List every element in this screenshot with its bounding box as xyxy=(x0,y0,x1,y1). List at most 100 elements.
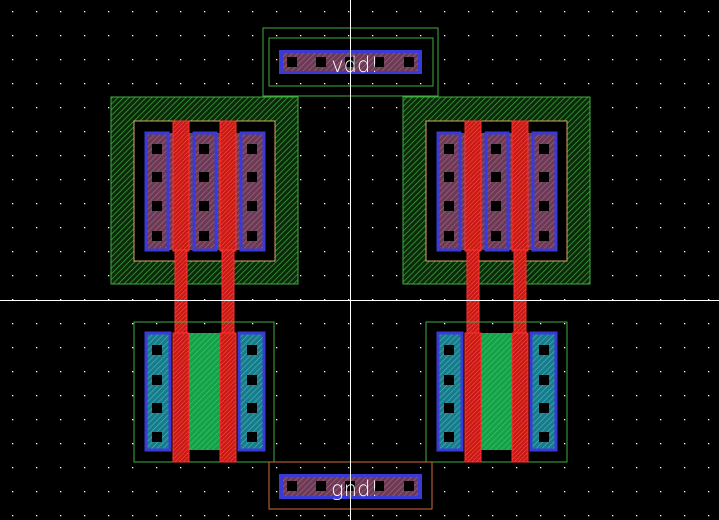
grid-dot xyxy=(564,395,566,397)
grid-dot xyxy=(300,35,302,37)
nmos-right[interactable] xyxy=(425,321,568,463)
grid-dot xyxy=(612,59,614,61)
grid-dot xyxy=(180,59,182,61)
grid-dot xyxy=(660,35,662,37)
grid-dot xyxy=(156,515,158,517)
grid-dot xyxy=(516,515,518,517)
grid-dot xyxy=(468,35,470,37)
grid-dot xyxy=(660,107,662,109)
grid-dot xyxy=(660,251,662,253)
grid-dot xyxy=(372,155,374,157)
layout-canvas[interactable]: vdd! gnd! xyxy=(0,0,719,520)
contact-cut xyxy=(444,345,454,355)
grid-dot xyxy=(396,107,398,109)
grid-dot xyxy=(396,467,398,469)
grid-dot xyxy=(612,467,614,469)
grid-dot xyxy=(108,443,110,445)
contact-cut xyxy=(539,345,549,355)
grid-dot xyxy=(276,347,278,349)
grid-dot xyxy=(324,419,326,421)
grid-dot xyxy=(660,59,662,61)
grid-dot xyxy=(540,83,542,85)
grid-dot xyxy=(36,83,38,85)
grid-dot xyxy=(636,107,638,109)
grid-dot xyxy=(684,203,686,205)
grid-dot xyxy=(540,59,542,61)
grid-dot xyxy=(324,515,326,517)
grid-dot xyxy=(636,11,638,13)
grid-dot xyxy=(348,275,350,277)
grid-dot xyxy=(564,59,566,61)
grid-dot xyxy=(228,11,230,13)
grid-dot xyxy=(420,83,422,85)
grid-dot xyxy=(516,491,518,493)
nmos-left[interactable] xyxy=(133,321,275,463)
pmos-right-poly-1 xyxy=(464,120,482,252)
grid-dot xyxy=(132,419,134,421)
grid-dot xyxy=(660,515,662,517)
grid-dot xyxy=(492,11,494,13)
contact-cut xyxy=(152,172,162,182)
grid-dot xyxy=(324,347,326,349)
grid-dot xyxy=(12,35,14,37)
pmos-left-poly-2 xyxy=(219,120,237,252)
contact-cut xyxy=(199,172,209,182)
grid-dot xyxy=(132,83,134,85)
grid-dot xyxy=(372,395,374,397)
grid-dot xyxy=(60,59,62,61)
contact-cut xyxy=(199,231,209,241)
grid-dot xyxy=(12,83,14,85)
grid-dot xyxy=(36,251,38,253)
nmos-right-poly-2 xyxy=(511,332,529,463)
grid-dot xyxy=(660,347,662,349)
grid-dot xyxy=(324,227,326,229)
grid-dot xyxy=(36,59,38,61)
grid-dot xyxy=(132,323,134,325)
grid-dot xyxy=(276,491,278,493)
grid-dot xyxy=(372,131,374,133)
contact-cut xyxy=(491,231,501,241)
grid-dot xyxy=(684,131,686,133)
grid-dot xyxy=(84,107,86,109)
grid-dot xyxy=(132,347,134,349)
grid-dot xyxy=(468,467,470,469)
grid-dot xyxy=(324,203,326,205)
grid-dot xyxy=(84,131,86,133)
grid-dot xyxy=(252,35,254,37)
pmos-left[interactable] xyxy=(110,96,299,285)
grid-dot xyxy=(348,347,350,349)
grid-dot xyxy=(684,323,686,325)
grid-dot xyxy=(372,443,374,445)
grid-dot xyxy=(348,419,350,421)
grid-dot xyxy=(324,131,326,133)
grid-dot xyxy=(564,83,566,85)
contact-cut xyxy=(404,57,414,67)
grid-dot xyxy=(396,179,398,181)
grid-dot xyxy=(372,251,374,253)
grid-dot xyxy=(468,83,470,85)
pmos-right[interactable] xyxy=(402,96,591,285)
grid-dot xyxy=(108,11,110,13)
grid-dot xyxy=(564,467,566,469)
grid-dot xyxy=(228,35,230,37)
grid-dot xyxy=(60,83,62,85)
nmos-right-poly-1 xyxy=(464,332,482,463)
grid-dot xyxy=(36,347,38,349)
grid-dot xyxy=(396,35,398,37)
grid-dot xyxy=(180,491,182,493)
grid-dot xyxy=(372,419,374,421)
grid-dot xyxy=(60,419,62,421)
grid-dot xyxy=(444,467,446,469)
grid-dot xyxy=(228,515,230,517)
grid-dot xyxy=(348,515,350,517)
grid-dot xyxy=(396,419,398,421)
grid-dot xyxy=(636,131,638,133)
grid-dot xyxy=(660,323,662,325)
grid-dot xyxy=(660,155,662,157)
grid-dot xyxy=(84,491,86,493)
grid-dot xyxy=(348,11,350,13)
grid-dot xyxy=(564,515,566,517)
grid-dot xyxy=(60,347,62,349)
grid-dot xyxy=(564,35,566,37)
contact-cut xyxy=(491,201,501,211)
